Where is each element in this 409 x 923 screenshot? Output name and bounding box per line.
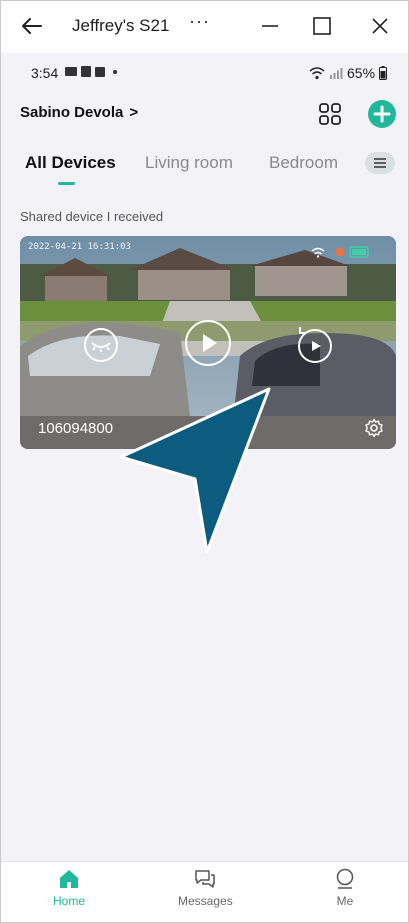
pointer-arrow-icon	[119, 387, 271, 554]
status-bar: 3:54 65%	[1, 57, 408, 89]
close-icon[interactable]	[367, 13, 393, 39]
grid-view-icon[interactable]	[318, 102, 342, 126]
status-time: 3:54	[31, 65, 59, 81]
person-icon	[336, 868, 354, 889]
play-icon	[203, 334, 217, 352]
messages-icon	[195, 870, 216, 888]
replay-arrow-icon	[299, 327, 306, 334]
privacy-mode-button[interactable]	[84, 328, 118, 362]
add-device-button[interactable]	[368, 100, 396, 128]
room-tabs: All Devices Living room Bedroom	[1, 152, 408, 193]
play-live-button[interactable]	[185, 320, 231, 366]
active-tab-indicator	[58, 182, 75, 185]
settings-gear-icon[interactable]	[364, 418, 384, 438]
tab-bedroom[interactable]: Bedroom	[269, 153, 338, 173]
tab-all-devices[interactable]: All Devices	[25, 153, 116, 173]
tab-living-room[interactable]: Living room	[145, 153, 233, 173]
status-right: 65%	[309, 65, 388, 81]
account-selector[interactable]: Sabino Devola >	[20, 104, 138, 121]
minimize-icon[interactable]	[257, 13, 283, 39]
back-arrow-icon[interactable]	[19, 13, 45, 39]
plus-icon	[373, 105, 391, 123]
menu-icon	[374, 158, 386, 168]
notification-icons	[63, 65, 123, 82]
bottom-nav: Home Messages Me	[1, 861, 408, 922]
battery-icon	[379, 66, 388, 80]
nav-messages[interactable]: Messages	[178, 868, 233, 908]
window-titlebar: Jeffrey's S21 ···	[1, 1, 408, 53]
more-options-icon[interactable]: ···	[189, 11, 210, 32]
account-name: Sabino Devola	[20, 104, 124, 121]
camera-status-icons	[311, 246, 369, 258]
wifi-icon	[309, 67, 325, 80]
maximize-icon[interactable]	[309, 13, 335, 39]
tabs-menu-button[interactable]	[365, 152, 395, 174]
device-name: 106094800	[38, 420, 114, 437]
camera-timestamp: 2022-04-21 16:31:03	[28, 242, 131, 252]
nav-me[interactable]: Me	[334, 868, 356, 908]
window-title: Jeffrey's S21	[72, 16, 170, 35]
chevron-right-icon: >	[129, 104, 139, 121]
nav-home-label: Home	[53, 894, 86, 908]
notification-icons-glyphs	[65, 66, 117, 77]
nav-me-label: Me	[336, 894, 354, 908]
app-window: Jeffrey's S21 ··· 3:54 65% Sabino Devola…	[0, 0, 409, 923]
battery-percent: 65%	[347, 65, 376, 81]
home-icon	[60, 870, 78, 888]
signal-icon	[330, 68, 343, 79]
nav-home[interactable]: Home	[53, 868, 85, 908]
section-label: Shared device I received	[20, 209, 164, 224]
eye-closed-icon	[91, 342, 111, 352]
nav-messages-label: Messages	[178, 894, 233, 908]
